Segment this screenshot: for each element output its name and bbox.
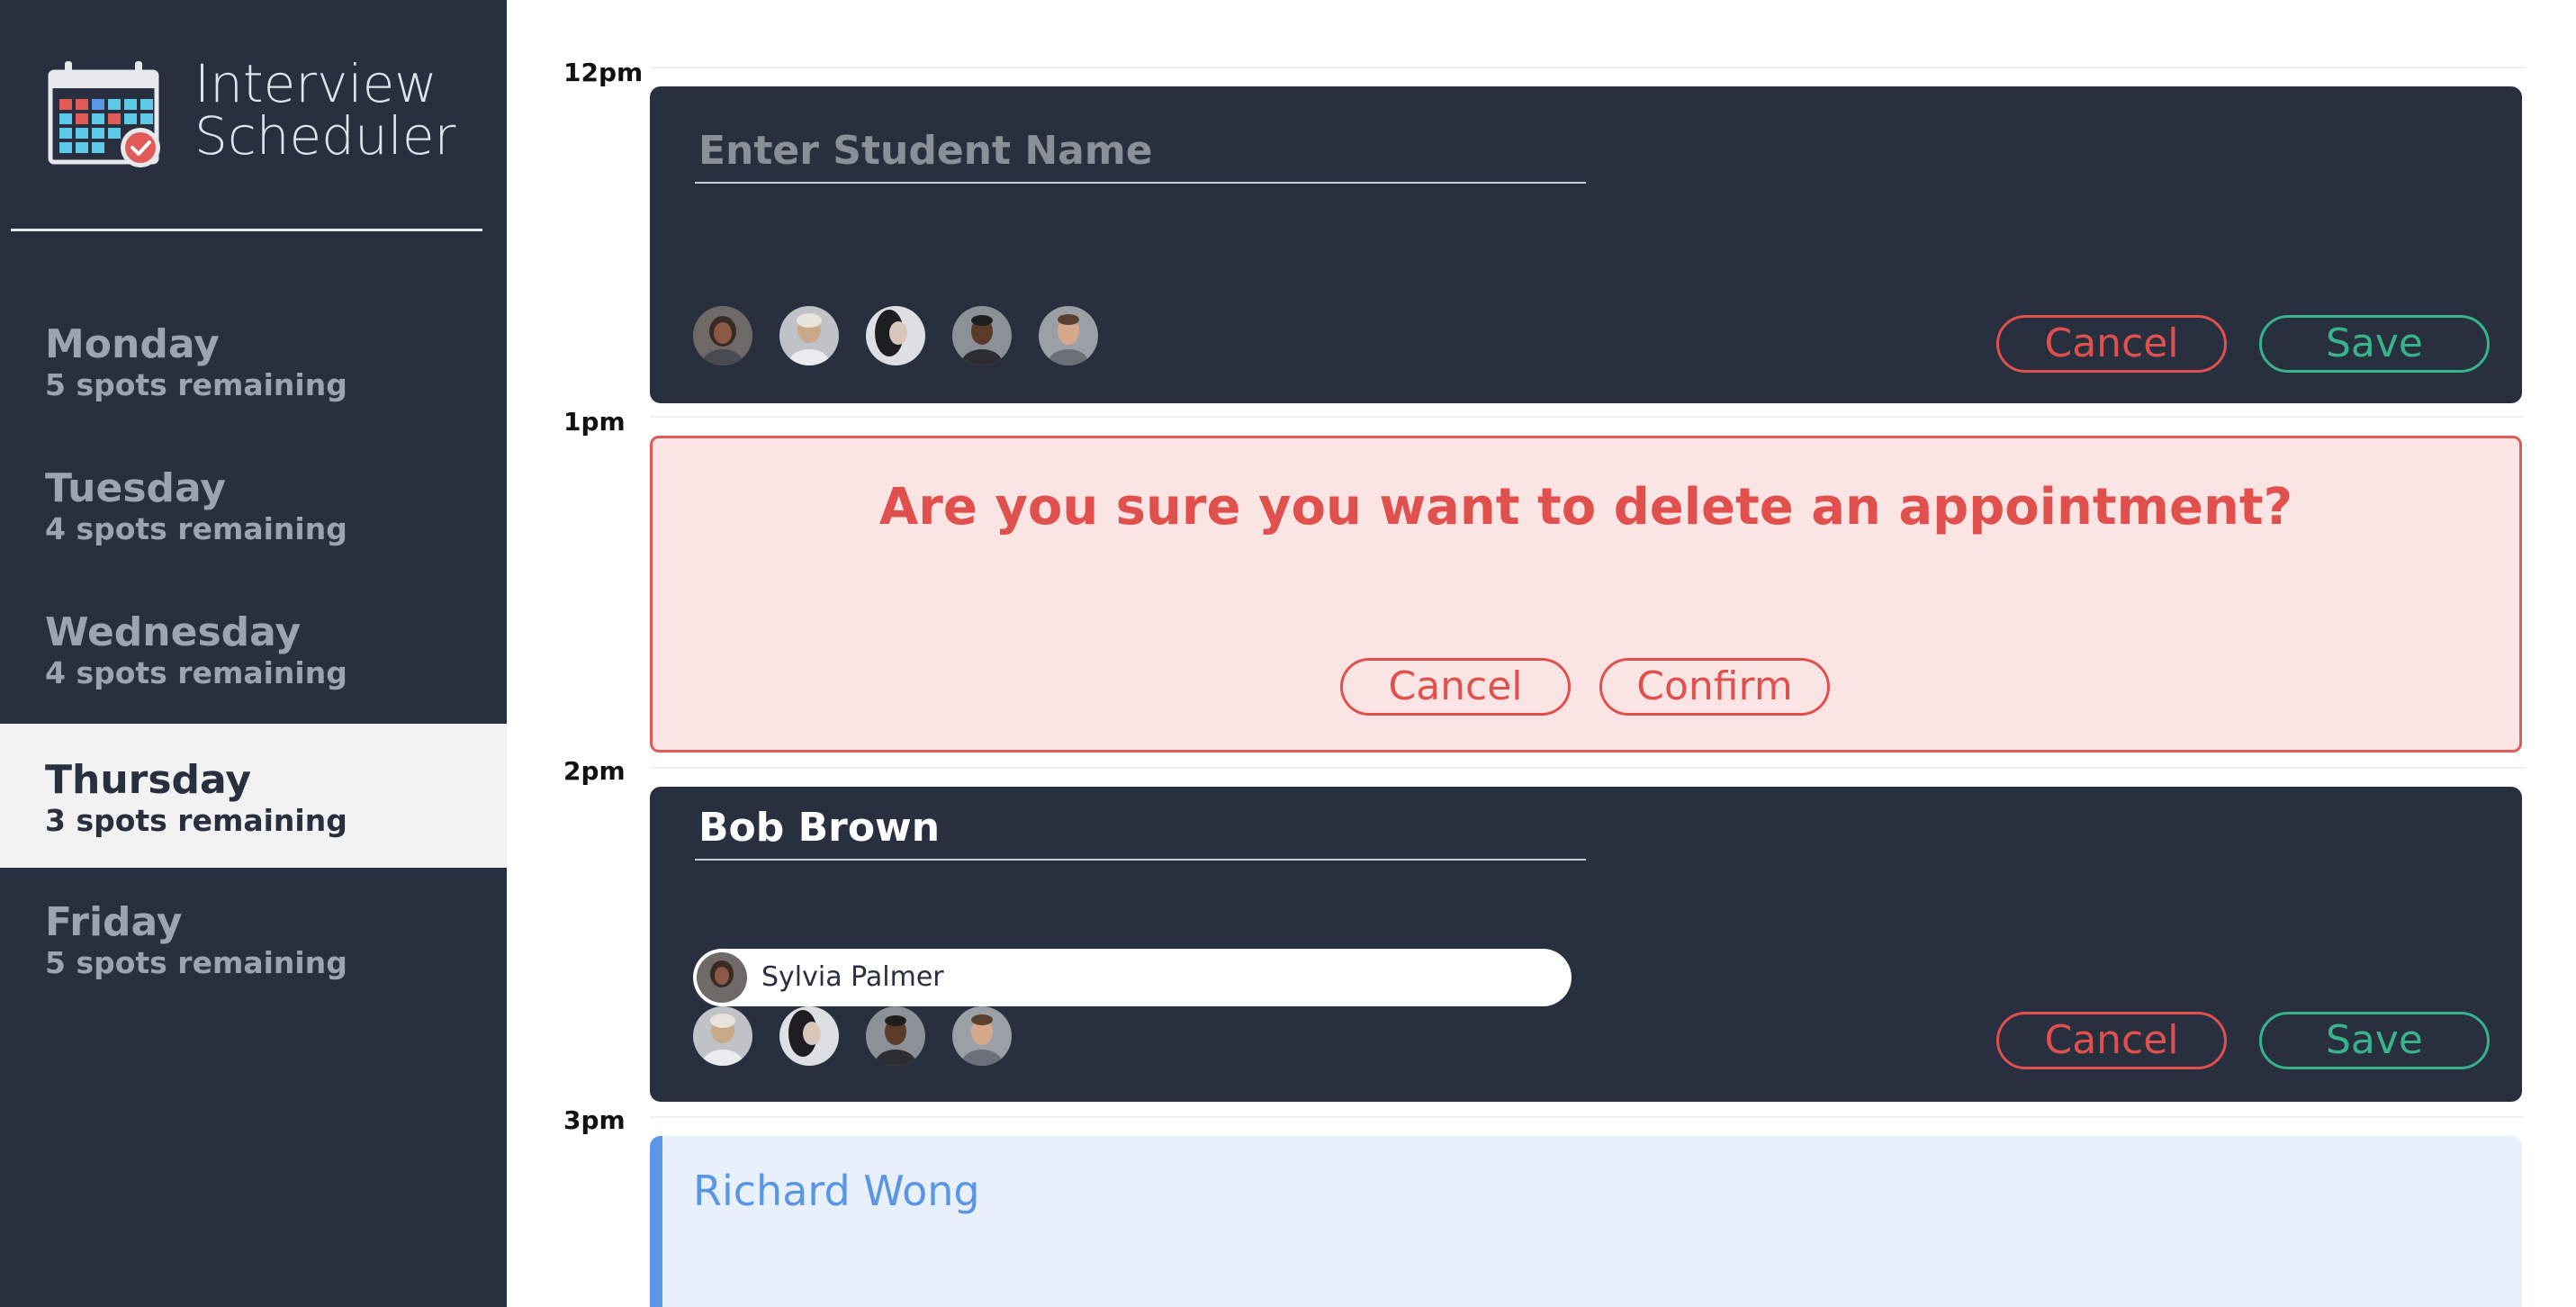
calendar-logo-icon [48, 61, 160, 167]
cancel-button[interactable]: Cancel [1996, 1012, 2227, 1069]
app-title-line-2: Scheduler [194, 105, 456, 167]
day-item-tuesday[interactable]: Tuesday 4 spots remaining [0, 432, 507, 576]
day-name: Wednesday [45, 609, 302, 655]
interviewer-avatar[interactable] [866, 1006, 925, 1066]
student-name-input[interactable] [695, 119, 1586, 184]
spots-remaining: 5 spots remaining [45, 945, 347, 980]
app-title-line-1: Interview [194, 53, 437, 114]
sidebar: Interview Scheduler Monday 5 spots remai… [0, 0, 507, 1307]
hour-divider [650, 1116, 2524, 1118]
spots-remaining: 3 spots remaining [45, 803, 347, 838]
avatar-image [779, 306, 839, 365]
hour-divider [650, 416, 2524, 418]
spots-remaining: 5 spots remaining [45, 367, 347, 402]
avatar-image [697, 952, 747, 1003]
interviewer-name: Sylvia Palmer [761, 961, 944, 993]
hour-divider [650, 767, 2524, 769]
cancel-button[interactable]: Cancel [1340, 658, 1571, 716]
confirm-button[interactable]: Confirm [1599, 658, 1830, 716]
spots-remaining: 4 spots remaining [45, 655, 347, 690]
interviewer-avatar[interactable] [1039, 306, 1098, 365]
day-item-thursday[interactable]: Thursday 3 spots remaining [0, 724, 507, 868]
avatar-image [866, 306, 925, 365]
interviewer-avatar [697, 952, 747, 1003]
day-name: Friday [45, 899, 183, 945]
avatar-image [693, 1006, 752, 1066]
cancel-button[interactable]: Cancel [1996, 315, 2227, 373]
save-button[interactable]: Save [2259, 1012, 2490, 1069]
interviewer-avatar[interactable] [952, 1006, 1012, 1066]
avatar-image [693, 306, 752, 365]
appointment-form-12pm: Cancel Save [650, 86, 2522, 403]
interviewer-avatar[interactable] [779, 1006, 839, 1066]
selected-interviewer[interactable]: Sylvia Palmer [693, 949, 1572, 1006]
sidebar-divider [11, 229, 482, 231]
day-name: Monday [45, 321, 220, 367]
appointment-form-2pm: Bob Brown Sylvia Palmer Cancel Save [650, 787, 2522, 1102]
interviewer-avatar[interactable] [952, 306, 1012, 365]
time-label-3pm: 3pm [563, 1105, 626, 1135]
booked-appointment-3pm[interactable]: Richard Wong [650, 1136, 2522, 1307]
time-label-12pm: 12pm [563, 58, 644, 87]
interviewer-avatar[interactable] [779, 306, 839, 365]
hour-divider [650, 67, 2524, 68]
interviewer-avatar[interactable] [693, 306, 752, 365]
save-button[interactable]: Save [2259, 315, 2490, 373]
student-name: Richard Wong [693, 1167, 980, 1215]
day-item-friday[interactable]: Friday 5 spots remaining [0, 866, 507, 1010]
day-name: Tuesday [45, 465, 227, 511]
avatar-image [1039, 306, 1098, 365]
appointment-accent-bar [650, 1136, 662, 1307]
day-item-wednesday[interactable]: Wednesday 4 spots remaining [0, 576, 507, 720]
avatar-image [952, 1006, 1012, 1066]
avatar-image [866, 1006, 925, 1066]
spots-remaining: 4 spots remaining [45, 511, 347, 546]
interviewer-avatar[interactable] [693, 1006, 752, 1066]
day-name: Thursday [45, 757, 252, 803]
delete-confirmation: Are you sure you want to delete an appoi… [650, 436, 2522, 753]
interviewer-avatar[interactable] [866, 306, 925, 365]
app-title: Interview Scheduler [194, 58, 455, 162]
time-label-1pm: 1pm [563, 407, 626, 437]
confirm-message: Are you sure you want to delete an appoi… [878, 478, 2293, 536]
time-label-2pm: 2pm [563, 756, 626, 786]
student-name-field[interactable]: Bob Brown [695, 796, 1586, 861]
avatar-image [952, 306, 1012, 365]
avatar-image [779, 1006, 839, 1066]
day-item-monday[interactable]: Monday 5 spots remaining [0, 288, 507, 432]
